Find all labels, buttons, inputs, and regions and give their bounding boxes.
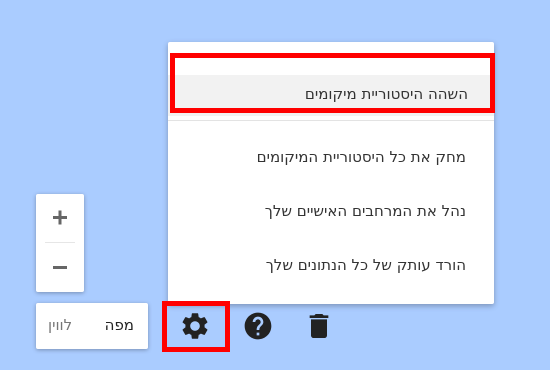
trash-icon [309, 314, 329, 338]
map-type-satellite-option[interactable]: לווין [48, 316, 72, 334]
minus-icon [53, 266, 67, 269]
help-icon [244, 312, 272, 340]
settings-button[interactable] [179, 310, 211, 342]
zoom-out-button[interactable] [36, 244, 84, 292]
map-type-control: מפה לווין [36, 303, 148, 349]
settings-menu: השהה היסטוריית מיקומים מחק את כל היסטורי… [168, 42, 494, 304]
help-button[interactable] [242, 310, 274, 342]
menu-item-delete-all-location-history[interactable]: מחק את כל היסטוריית המיקומים [257, 148, 466, 166]
menu-item-label: השהה היסטוריית מיקומים [304, 85, 468, 103]
zoom-in-button[interactable] [36, 194, 84, 242]
zoom-control [36, 194, 84, 292]
plus-icon [53, 210, 67, 225]
gear-icon [182, 313, 208, 339]
map-type-map-option[interactable]: מפה [105, 316, 134, 334]
menu-item-manage-personal-places[interactable]: נהל את המרחבים האישיים שלך [265, 202, 466, 220]
menu-divider [168, 120, 494, 121]
zoom-divider [45, 242, 75, 243]
delete-button[interactable] [303, 310, 335, 342]
menu-item-download-data[interactable]: הורד עותק של כל הנתונים שלך [266, 256, 466, 274]
menu-item-pause-location-history[interactable]: השהה היסטוריית מיקומים [168, 75, 494, 116]
